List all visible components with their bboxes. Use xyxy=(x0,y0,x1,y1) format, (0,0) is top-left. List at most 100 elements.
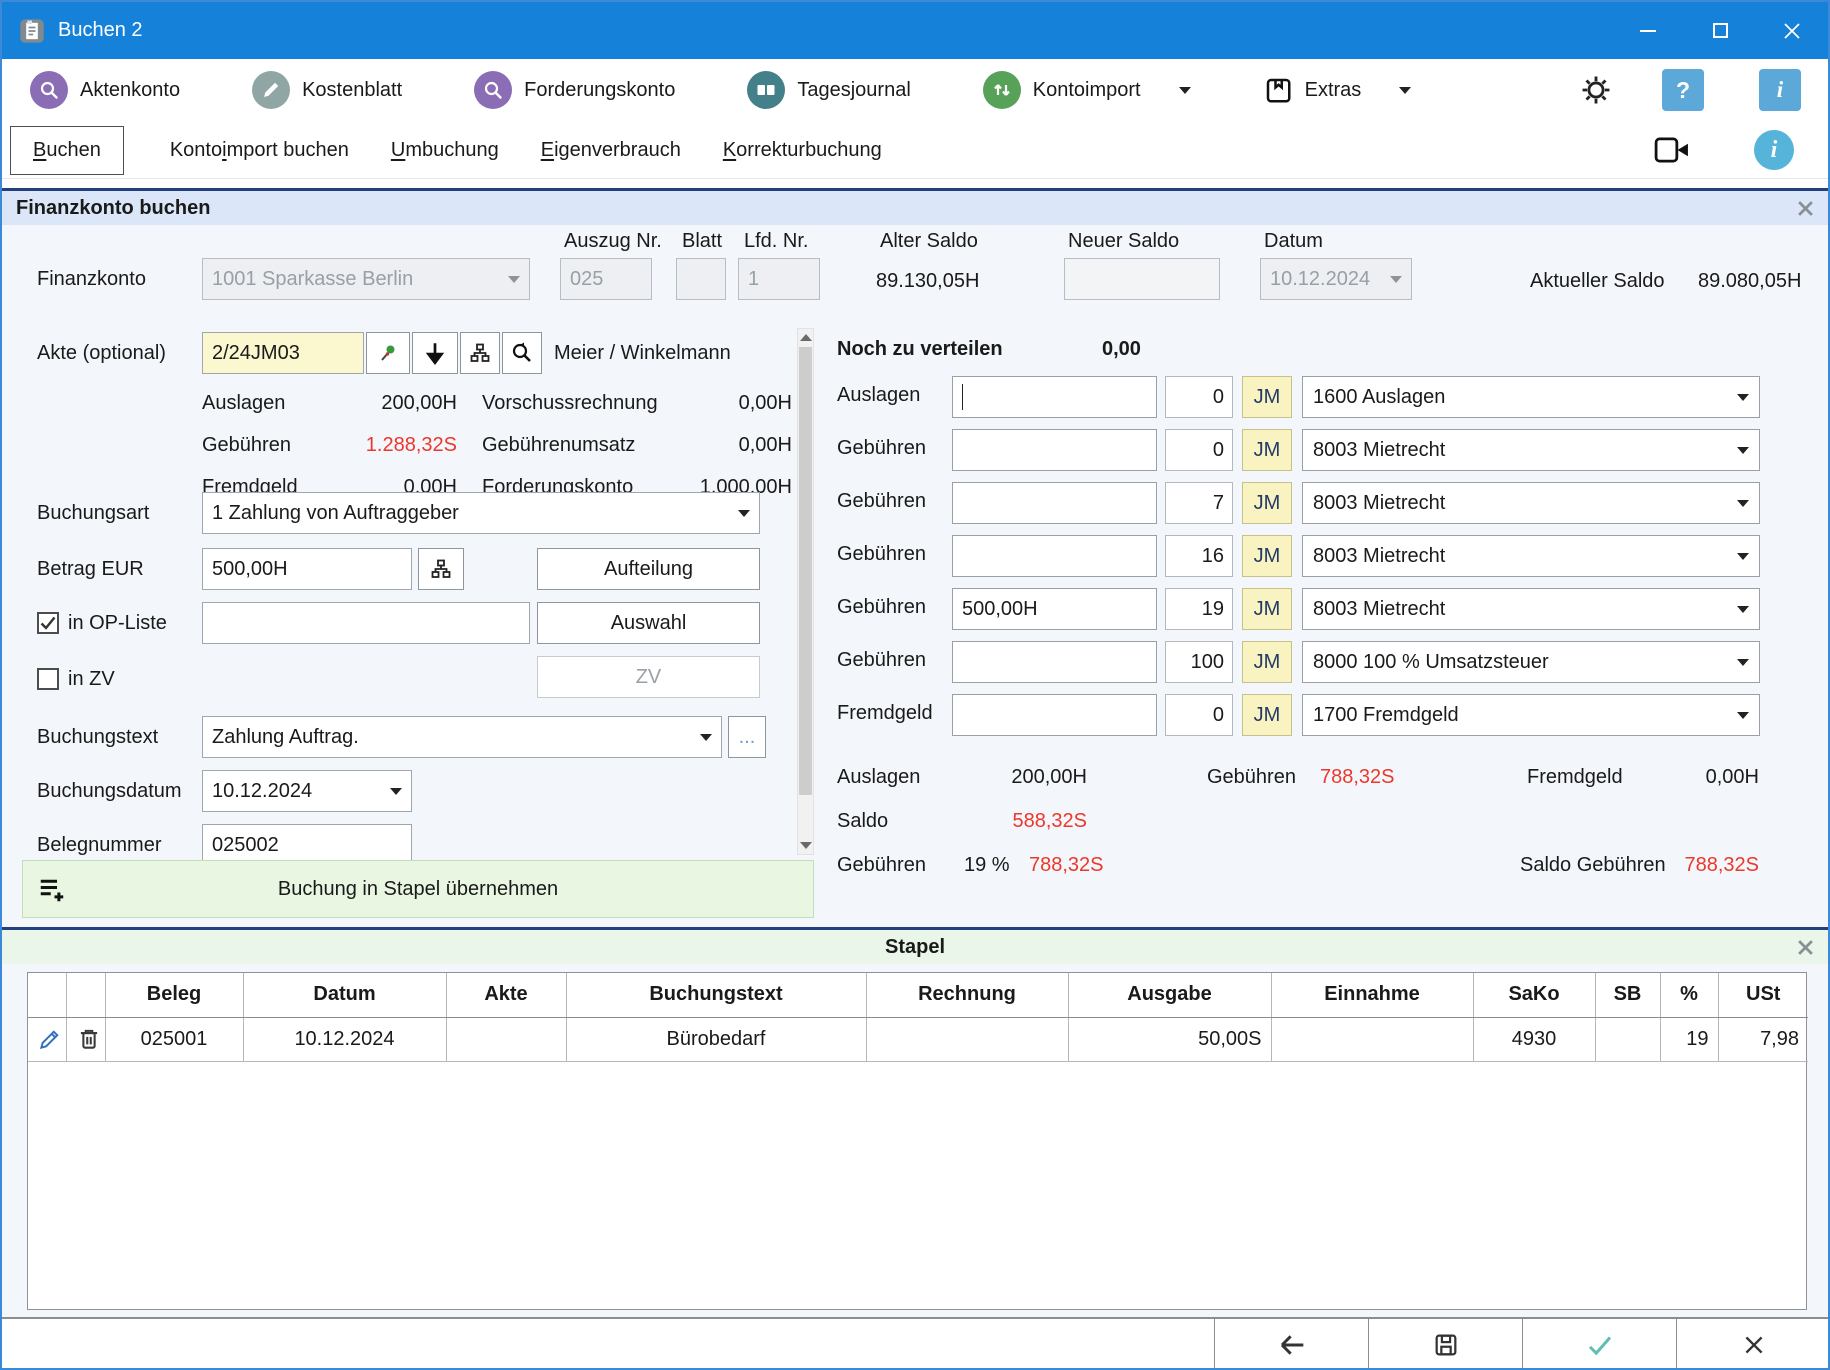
amount-input[interactable] xyxy=(952,641,1157,683)
toolbar-item-label: Extras xyxy=(1305,79,1362,102)
stapel-column-header: Beleg xyxy=(105,973,243,1017)
verteilen-row: Gebühren500,00H19JM8003 Mietrecht xyxy=(2,588,942,630)
neuer-saldo-label: Neuer Saldo xyxy=(1068,228,1179,254)
amount-input[interactable] xyxy=(952,429,1157,471)
stapel-column-header: Ausgabe xyxy=(1068,973,1271,1017)
amount-input[interactable] xyxy=(952,535,1157,577)
arrow-down-icon xyxy=(422,340,448,366)
help-button[interactable]: ? xyxy=(1662,69,1704,111)
toolbar-item-kostenblatt[interactable]: Kostenblatt xyxy=(252,71,402,109)
percent-input[interactable]: 0 xyxy=(1165,694,1233,736)
percent-input[interactable]: 0 xyxy=(1165,376,1233,418)
back-button[interactable] xyxy=(1214,1319,1368,1370)
scroll-up-icon[interactable] xyxy=(800,334,812,341)
close-button[interactable] xyxy=(1676,1319,1830,1370)
stapel-column-header xyxy=(28,973,66,1017)
tab-eigenverbrauch[interactable]: Eigenverbrauch xyxy=(541,139,681,162)
amount-input[interactable] xyxy=(952,376,1157,418)
toolbar-item-aktenkonto[interactable]: Aktenkonto xyxy=(30,71,180,109)
close-button[interactable] xyxy=(1756,2,1828,59)
percent-input[interactable]: 0 xyxy=(1165,429,1233,471)
toolbar-item-tagesjournal[interactable]: Tagesjournal xyxy=(747,71,910,109)
jm-button[interactable]: JM xyxy=(1242,482,1292,524)
buchungsdatum-select[interactable]: 10.12.2024 xyxy=(202,770,412,812)
toolbar-item-forderungskonto[interactable]: Forderungskonto xyxy=(474,71,675,109)
maximize-button[interactable] xyxy=(1684,2,1756,59)
account-select[interactable]: 1700 Fremdgeld xyxy=(1302,694,1760,736)
jm-button[interactable]: JM xyxy=(1242,376,1292,418)
verteilen-row: Gebühren7JM8003 Mietrecht xyxy=(2,482,942,524)
jm-button[interactable]: JM xyxy=(1242,641,1292,683)
video-help-button[interactable] xyxy=(1650,128,1694,172)
hierarchy-button[interactable] xyxy=(460,332,500,374)
verteilen-row-label: Gebühren xyxy=(837,490,926,513)
info-circle-button[interactable]: i xyxy=(1754,130,1794,170)
journal-icon xyxy=(747,71,785,109)
lfd-label: Lfd. Nr. xyxy=(744,228,808,254)
table-cell xyxy=(866,1017,1068,1061)
percent-input[interactable]: 19 xyxy=(1165,588,1233,630)
tab-umbuchung[interactable]: Umbuchung xyxy=(391,139,499,162)
window-controls xyxy=(1612,2,1828,59)
account-select[interactable]: 8003 Mietrecht xyxy=(1302,588,1760,630)
jm-button[interactable]: JM xyxy=(1242,535,1292,577)
text-caret xyxy=(962,384,963,410)
toolbar-item-extras[interactable]: Extras xyxy=(1263,75,1412,105)
stapel-uebernehmen-button[interactable]: Buchung in Stapel übernehmen xyxy=(22,860,814,918)
jm-button[interactable]: JM xyxy=(1242,429,1292,471)
search-icon xyxy=(474,71,512,109)
minimize-button[interactable] xyxy=(1612,2,1684,59)
percent-input[interactable]: 16 xyxy=(1165,535,1233,577)
jm-button[interactable]: JM xyxy=(1242,694,1292,736)
stapel-column-header: Akte xyxy=(446,973,566,1017)
save-button[interactable] xyxy=(1368,1319,1522,1370)
percent-input[interactable]: 7 xyxy=(1165,482,1233,524)
tab-buchen[interactable]: Buchen xyxy=(10,126,124,175)
auszug-input[interactable]: 025 xyxy=(560,258,652,300)
toolbar-item-kontoimport[interactable]: Kontoimport xyxy=(983,71,1191,109)
chevron-down-icon[interactable] xyxy=(1399,87,1411,94)
neuer-saldo-input[interactable] xyxy=(1064,258,1220,300)
verteilen-row-label: Gebühren xyxy=(837,437,926,460)
edit-row-button[interactable] xyxy=(28,1017,66,1061)
import-icon xyxy=(983,71,1021,109)
account-select[interactable]: 8003 Mietrecht xyxy=(1302,429,1760,471)
extras-icon xyxy=(1263,75,1293,105)
panel-close-button[interactable] xyxy=(1797,200,1814,217)
amount-input[interactable] xyxy=(952,482,1157,524)
sum-g19-label: Gebühren xyxy=(837,852,926,878)
pin-button[interactable] xyxy=(366,332,410,374)
stapel-column-header: Einnahme xyxy=(1271,973,1473,1017)
chevron-down-icon[interactable] xyxy=(1179,87,1191,94)
jm-button[interactable]: JM xyxy=(1242,588,1292,630)
delete-row-button[interactable] xyxy=(66,1017,105,1061)
datum-select[interactable]: 10.12.2024 xyxy=(1260,258,1412,300)
account-select[interactable]: 1600 Auslagen xyxy=(1302,376,1760,418)
blatt-input[interactable] xyxy=(676,258,726,300)
lfd-input[interactable]: 1 xyxy=(738,258,820,300)
info-button[interactable]: i xyxy=(1759,69,1801,111)
account-select[interactable]: 8000 100 % Umsatzsteuer xyxy=(1302,641,1760,683)
amount-input[interactable]: 500,00H xyxy=(952,588,1157,630)
verteilen-row: Fremdgeld0JM1700 Fremdgeld xyxy=(2,694,942,736)
panel-title: Finanzkonto buchen xyxy=(16,197,210,220)
table-cell: 4930 xyxy=(1473,1017,1595,1061)
settings-button[interactable] xyxy=(1574,68,1618,112)
scroll-down-icon[interactable] xyxy=(800,842,812,849)
tab-korrekturbuchung[interactable]: Korrekturbuchung xyxy=(723,139,882,162)
account-select[interactable]: 8003 Mietrecht xyxy=(1302,535,1760,577)
confirm-button[interactable] xyxy=(1522,1319,1676,1370)
amount-input[interactable] xyxy=(952,694,1157,736)
stapel-close-button[interactable] xyxy=(1797,939,1814,956)
akte-input[interactable]: 2/24JM03 xyxy=(202,332,364,374)
stapel-table: BelegDatumAkteBuchungstextRechnungAusgab… xyxy=(27,972,1807,1310)
account-select[interactable]: 8003 Mietrecht xyxy=(1302,482,1760,524)
search-akte-button[interactable] xyxy=(502,332,542,374)
tab-kontoimport-buchen[interactable]: Kontoimport buchen xyxy=(170,139,349,162)
sum-gebuehren-value: 788,32S xyxy=(1320,764,1395,790)
alter-saldo-label: Alter Saldo xyxy=(880,228,978,254)
table-cell: 025001 xyxy=(105,1017,243,1061)
percent-input[interactable]: 100 xyxy=(1165,641,1233,683)
finanzkonto-select[interactable]: 1001 Sparkasse Berlin xyxy=(202,258,530,300)
insert-down-button[interactable] xyxy=(412,332,458,374)
